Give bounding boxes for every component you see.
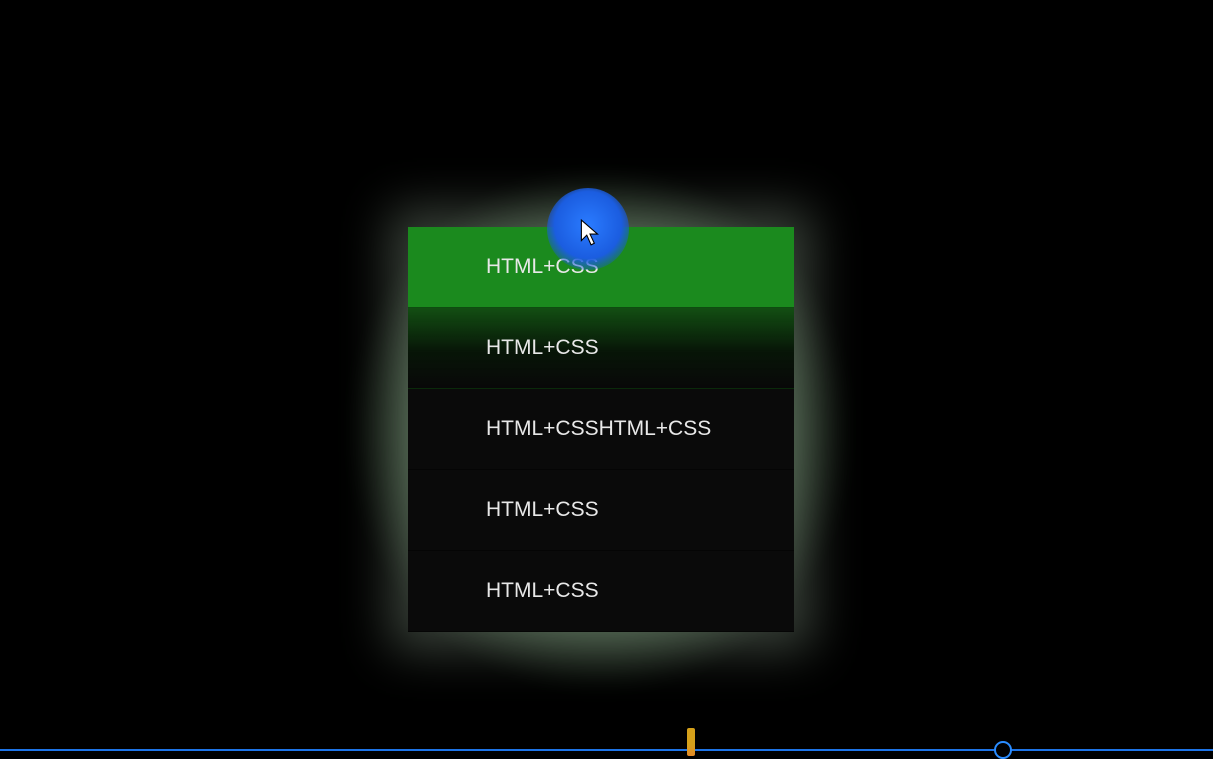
menu-item-3[interactable]: HTML+CSSHTML+CSS xyxy=(408,389,794,470)
menu-item-label: HTML+CSS xyxy=(486,336,599,360)
menu-item-2[interactable]: HTML+CSS xyxy=(408,308,794,389)
menu-item-label: HTML+CSS xyxy=(486,498,599,522)
menu-item-label: HTML+CSSHTML+CSS xyxy=(486,417,711,441)
menu-item-1[interactable]: HTML+CSS xyxy=(408,227,794,308)
video-timeline-marker[interactable] xyxy=(687,728,695,756)
menu-item-4[interactable]: HTML+CSS xyxy=(408,470,794,551)
menu-item-label: HTML+CSS xyxy=(486,579,599,603)
video-timeline-playhead[interactable] xyxy=(994,741,1012,759)
menu-panel: HTML+CSS HTML+CSS HTML+CSSHTML+CSS HTML+… xyxy=(408,227,794,632)
menu-item-label: HTML+CSS xyxy=(486,255,599,279)
menu-item-5[interactable]: HTML+CSS xyxy=(408,551,794,632)
video-timeline-bar[interactable] xyxy=(0,749,1213,751)
